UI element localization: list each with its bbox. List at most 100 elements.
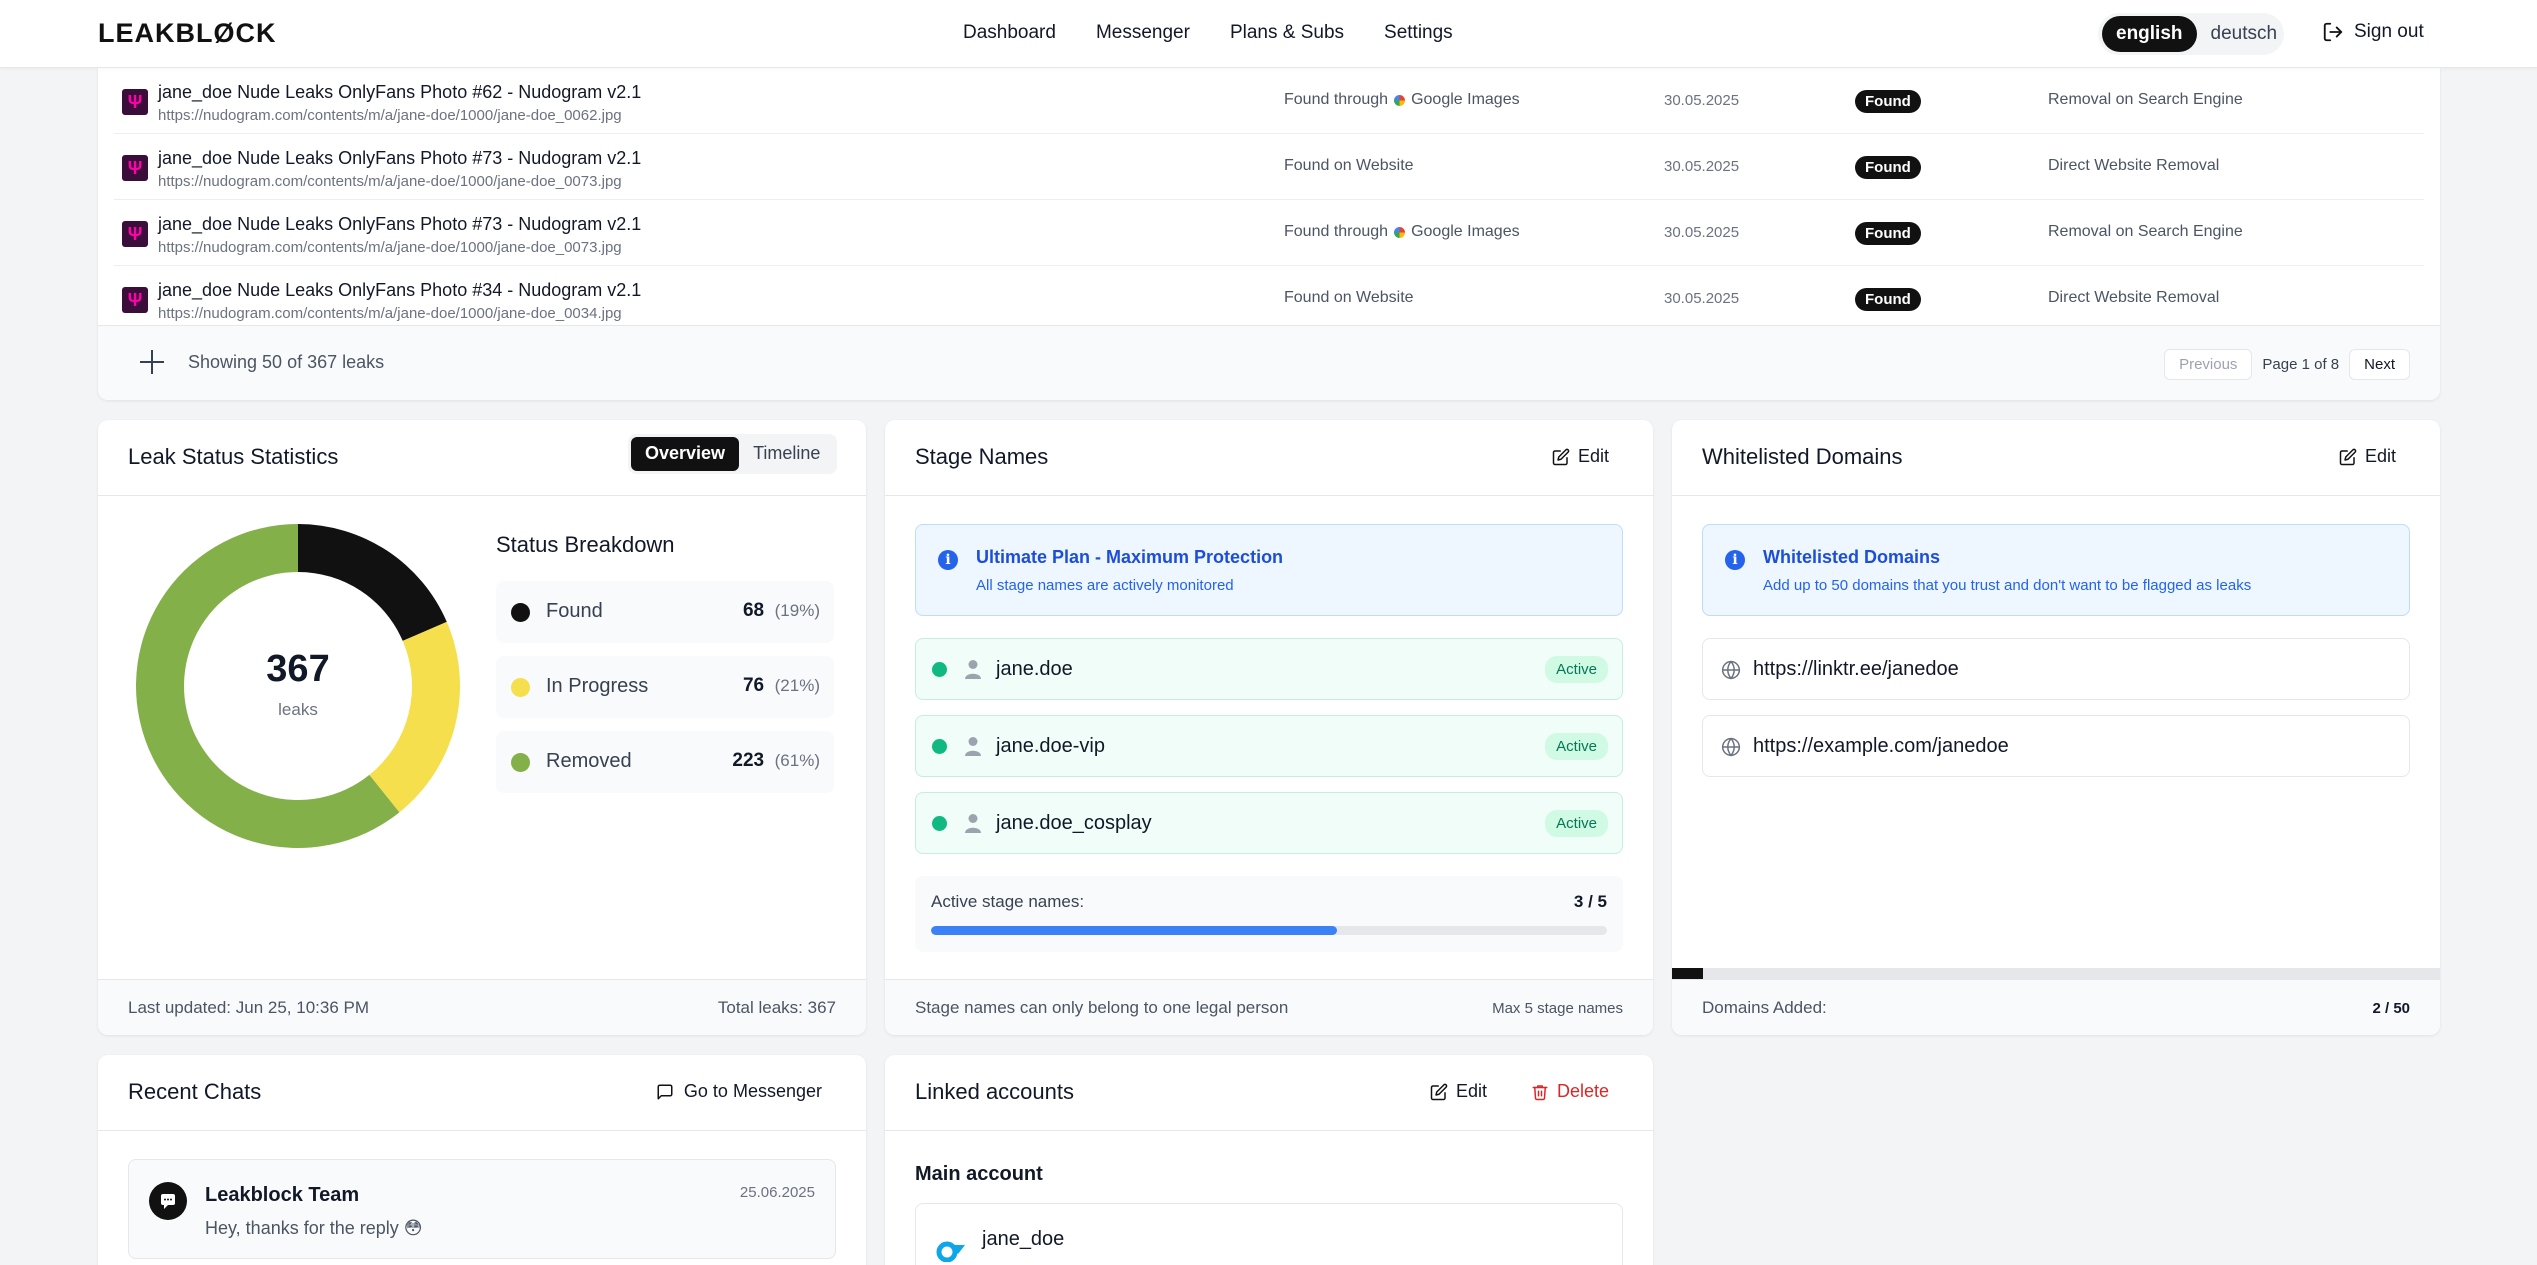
sign-out-label: Sign out bbox=[2354, 21, 2424, 42]
sign-out-button[interactable]: Sign out bbox=[2322, 21, 2424, 43]
chat-bubble-icon bbox=[161, 1194, 175, 1209]
trash-icon bbox=[1532, 1084, 1548, 1100]
globe-icon bbox=[1721, 737, 1741, 757]
table-row[interactable]: Ψjane_doe Nude Leaks OnlyFans Photo #73 … bbox=[114, 134, 2424, 200]
chat-avatar bbox=[149, 1182, 187, 1220]
card-header: Whitelisted Domains Edit bbox=[1672, 420, 2440, 496]
go-to-messenger-button[interactable]: Go to Messenger bbox=[656, 1081, 822, 1102]
breakdown-count: 76 bbox=[742, 675, 765, 696]
chat-preview: Hey, thanks for the reply 😳 bbox=[205, 1218, 423, 1238]
status-badge: Active bbox=[1545, 656, 1608, 683]
active-dot bbox=[932, 739, 947, 754]
tab-timeline[interactable]: Timeline bbox=[739, 437, 834, 471]
breakdown-label: Found bbox=[546, 600, 603, 622]
leak-thumbnail: Ψ bbox=[122, 155, 148, 181]
leak-thumbnail: Ψ bbox=[122, 221, 148, 247]
breakdown-label: Removed bbox=[546, 750, 632, 772]
delete-accounts-button[interactable]: Delete bbox=[1531, 1081, 1609, 1102]
leak-title[interactable]: jane_doe Nude Leaks OnlyFans Photo #34 -… bbox=[158, 280, 641, 301]
card-header: Stage Names Edit bbox=[885, 420, 1653, 496]
card-title: Stage Names bbox=[915, 444, 1049, 469]
google-icon bbox=[1394, 226, 1406, 238]
domains-info-box: i Whitelisted Domains Add up to 50 domai… bbox=[1702, 524, 2410, 616]
logo[interactable]: LEAKBLØCK bbox=[98, 18, 277, 49]
card-header: Linked accounts Edit Delete bbox=[885, 1055, 1653, 1131]
card-header: Leak Status Statistics Overview Timeline bbox=[98, 420, 866, 496]
leak-source-name: Google Images bbox=[1411, 91, 1520, 108]
domains-added-label: Domains Added: bbox=[1702, 998, 1827, 1017]
next-button[interactable]: Next bbox=[2349, 349, 2410, 380]
domain-url: https://linktr.ee/janedoe bbox=[1753, 658, 1959, 680]
leak-title[interactable]: jane_doe Nude Leaks OnlyFans Photo #73 -… bbox=[158, 148, 641, 169]
breakdown-row-removed: Removed 223 (61%) bbox=[496, 731, 834, 793]
legend-dot bbox=[511, 603, 530, 622]
lang-english[interactable]: english bbox=[2102, 16, 2197, 52]
lang-deutsch[interactable]: deutsch bbox=[2197, 16, 2292, 52]
status-badge: Active bbox=[1545, 810, 1608, 837]
card-title: Linked accounts bbox=[915, 1079, 1074, 1104]
page-info: Page 1 of 8 bbox=[2262, 356, 2340, 373]
leak-url[interactable]: https://nudogram.com/contents/m/a/jane-d… bbox=[158, 107, 622, 124]
account-name: jane_doe bbox=[982, 1228, 1065, 1250]
plus-icon[interactable] bbox=[134, 344, 170, 380]
info-icon: i bbox=[938, 550, 958, 570]
nav-messenger[interactable]: Messenger bbox=[1096, 22, 1190, 44]
nav-settings[interactable]: Settings bbox=[1384, 22, 1453, 44]
leak-url[interactable]: https://nudogram.com/contents/m/a/jane-d… bbox=[158, 305, 622, 322]
stage-name-item: jane.doe_cosplay Active bbox=[915, 792, 1623, 854]
edit-accounts-button[interactable]: Edit bbox=[1430, 1081, 1487, 1102]
leak-source: Found on Website bbox=[1284, 289, 1414, 307]
main-nav: Dashboard Messenger Plans & Subs Setting… bbox=[963, 22, 1453, 44]
person-icon bbox=[965, 814, 981, 833]
tab-overview[interactable]: Overview bbox=[631, 437, 740, 471]
breakdown-count: 223 bbox=[732, 750, 765, 771]
card-title: Whitelisted Domains bbox=[1702, 444, 1903, 469]
stage-name: jane.doe_cosplay bbox=[996, 812, 1152, 834]
active-dot bbox=[932, 662, 947, 677]
status-badge: Active bbox=[1545, 733, 1608, 760]
table-row[interactable]: Ψjane_doe Nude Leaks OnlyFans Photo #62 … bbox=[114, 68, 2424, 134]
edit-stage-names-button[interactable]: Edit bbox=[1552, 446, 1609, 467]
message-icon bbox=[657, 1084, 673, 1099]
leak-thumbnail: Ψ bbox=[122, 287, 148, 313]
breakdown-row-in-progress: In Progress 76 (21%) bbox=[496, 656, 834, 718]
domains-progress bbox=[1672, 968, 2440, 979]
leak-source: Found on Website bbox=[1284, 157, 1414, 175]
leak-source-name: Google Images bbox=[1411, 223, 1520, 240]
nav-plans[interactable]: Plans & Subs bbox=[1230, 22, 1344, 44]
onlyfans-icon bbox=[936, 1241, 965, 1262]
previous-button[interactable]: Previous bbox=[2164, 349, 2253, 380]
leak-title[interactable]: jane_doe Nude Leaks OnlyFans Photo #73 -… bbox=[158, 214, 641, 235]
leak-source-prefix: Found on Website bbox=[1284, 289, 1414, 306]
total-leaks: Total leaks: 367 bbox=[717, 998, 836, 1017]
status-badge: Found bbox=[1855, 90, 1921, 113]
edit-icon bbox=[1552, 448, 1570, 465]
main-account-item[interactable]: jane_doe bbox=[915, 1203, 1623, 1265]
leak-source-prefix: Found on Website bbox=[1284, 157, 1414, 174]
breakdown-row-found: Found 68 (19%) bbox=[496, 581, 834, 643]
active-dot bbox=[932, 816, 947, 831]
counter-value: 3 / 5 bbox=[1573, 892, 1607, 911]
leak-url[interactable]: https://nudogram.com/contents/m/a/jane-d… bbox=[158, 173, 622, 190]
legend-dot bbox=[511, 753, 530, 772]
chat-item[interactable]: Leakblock Team Hey, thanks for the reply… bbox=[128, 1159, 836, 1259]
breakdown-percent: (61%) bbox=[774, 751, 820, 770]
breakdown-label: In Progress bbox=[546, 675, 649, 697]
nav-dashboard[interactable]: Dashboard bbox=[963, 22, 1056, 44]
leak-url[interactable]: https://nudogram.com/contents/m/a/jane-d… bbox=[158, 239, 622, 256]
domain-item: https://example.com/janedoe bbox=[1702, 715, 2410, 777]
leak-title[interactable]: jane_doe Nude Leaks OnlyFans Photo #62 -… bbox=[158, 82, 641, 103]
edit-domains-button[interactable]: Edit bbox=[2339, 446, 2396, 467]
plan-info-box: i Ultimate Plan - Maximum Protection All… bbox=[915, 524, 1623, 616]
card-header: Recent Chats Go to Messenger bbox=[98, 1055, 866, 1131]
table-row[interactable]: Ψjane_doe Nude Leaks OnlyFans Photo #73 … bbox=[114, 200, 2424, 266]
leak-date: 30.05.2025 bbox=[1664, 290, 1740, 307]
info-subtitle: All stage names are actively monitored bbox=[976, 577, 1234, 594]
breakdown-value: 68 (19%) bbox=[743, 600, 820, 622]
last-updated: Last updated: Jun 25, 10:36 PM bbox=[128, 998, 370, 1017]
stage-name-counter: Active stage names: 3 / 5 bbox=[915, 876, 1623, 952]
stage-name-max: Max 5 stage names bbox=[1492, 1000, 1623, 1017]
breakdown-percent: (21%) bbox=[774, 676, 820, 695]
table-row[interactable]: Ψjane_doe Nude Leaks OnlyFans Photo #34 … bbox=[114, 266, 2424, 332]
go-to-messenger-label: Go to Messenger bbox=[683, 1081, 822, 1101]
